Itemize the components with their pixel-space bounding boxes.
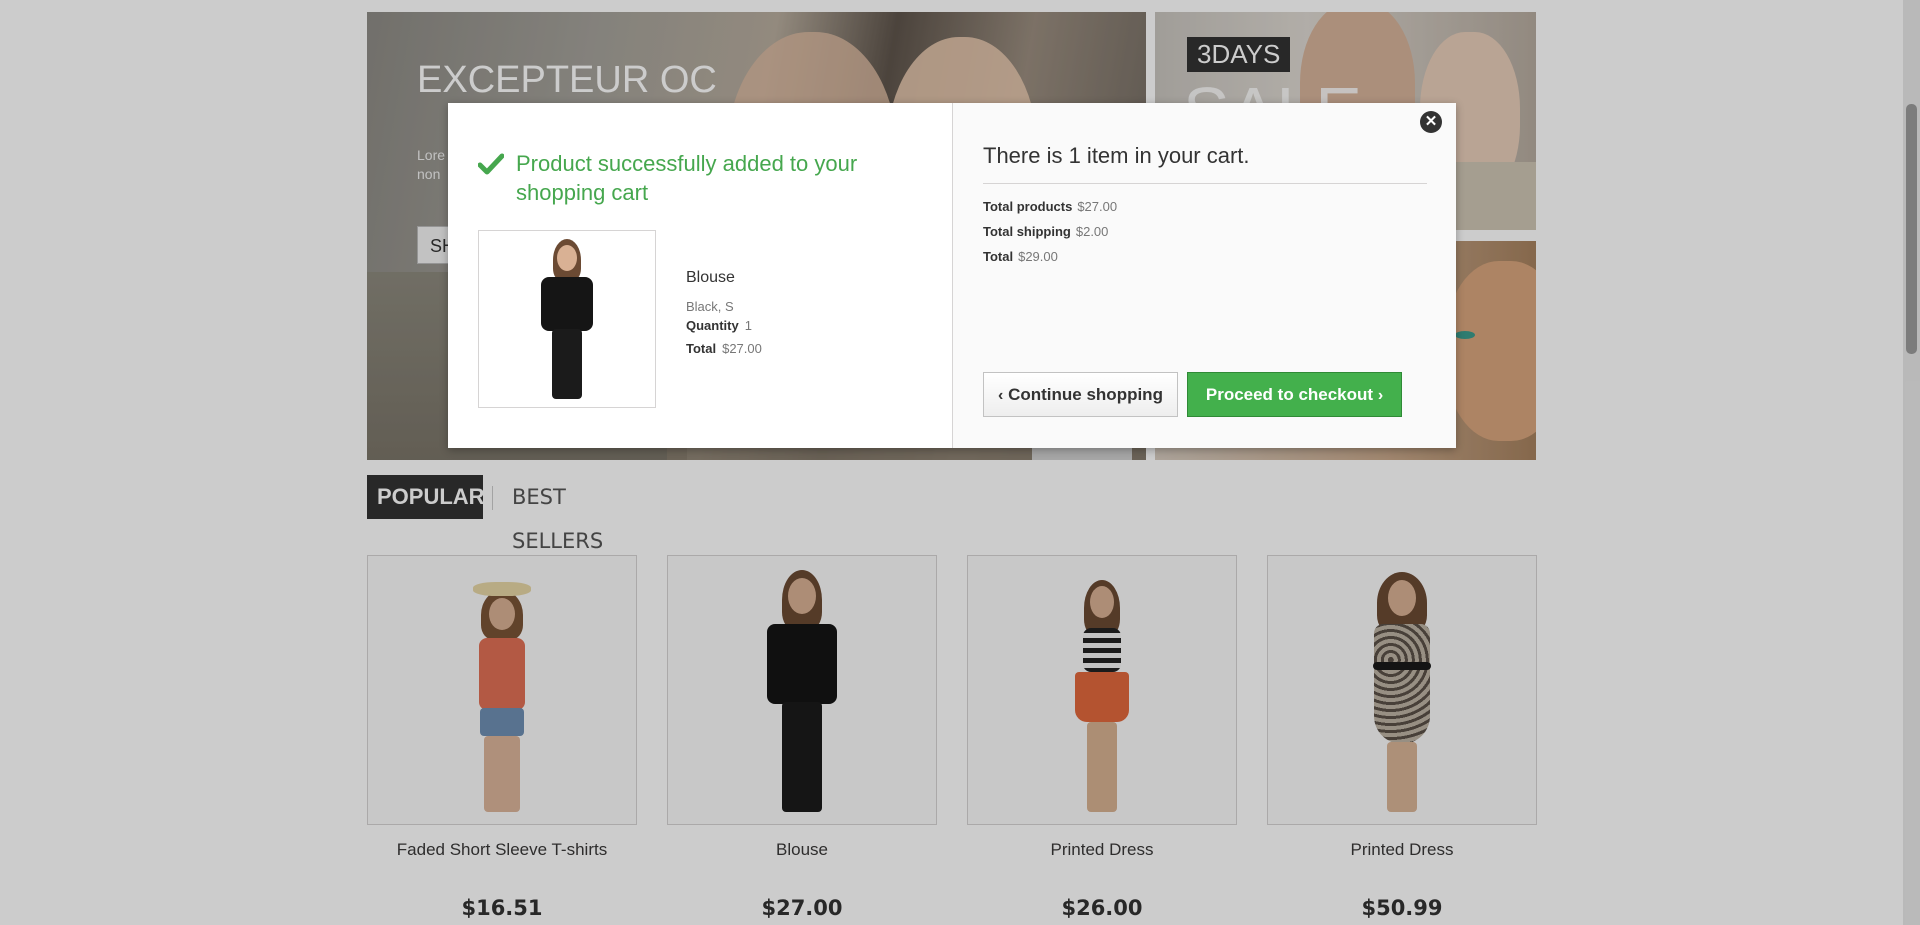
cart-summary-title: There is 1 item in your cart. — [983, 143, 1250, 168]
quantity-label: Quantity — [686, 318, 739, 333]
cart-total-value: $29.00 — [1018, 249, 1058, 264]
chevron-left-icon: ‹ — [998, 387, 1004, 404]
checkout-label: Proceed to checkout — [1205, 385, 1374, 404]
modal-product-info: Blouse Black, S Quantity 1 Total $27.00 — [686, 269, 926, 364]
chevron-right-icon: › — [1377, 387, 1384, 404]
modal-product-image — [478, 230, 656, 408]
total-value: $27.00 — [722, 341, 762, 356]
modal-product-total: Total $27.00 — [686, 341, 926, 356]
modal-product-name: Blouse — [686, 269, 735, 286]
continue-shopping-button[interactable]: ‹ Continue shopping — [983, 372, 1178, 417]
total-label: Total — [686, 341, 717, 356]
total-products-row: Total products $27.00 — [983, 199, 1117, 214]
model-figure — [532, 237, 602, 403]
cart-total-row: Total $29.00 — [983, 249, 1117, 264]
proceed-to-checkout-button[interactable]: Proceed to checkout › — [1187, 372, 1402, 417]
success-message: Product successfully added to your shopp… — [478, 149, 878, 207]
add-to-cart-modal: Product successfully added to your shopp… — [448, 103, 1456, 448]
modal-product-attributes: Black, S — [686, 299, 734, 314]
cart-totals: Total products $27.00 Total shipping $2.00… — [983, 199, 1117, 274]
quantity-value: 1 — [744, 318, 752, 333]
divider — [983, 183, 1427, 184]
continue-shopping-label: Continue shopping — [1008, 385, 1163, 404]
total-products-value: $27.00 — [1077, 199, 1118, 214]
success-text: Product successfully added to your shopp… — [516, 151, 858, 205]
total-shipping-value: $2.00 — [1075, 224, 1109, 239]
check-icon — [478, 153, 504, 175]
close-icon[interactable]: ✕ — [1420, 111, 1442, 133]
modal-cart-panel: There is 1 item in your cart. Total prod… — [952, 103, 1456, 448]
modal-product-quantity: Quantity 1 — [686, 318, 926, 333]
total-shipping-row: Total shipping $2.00 — [983, 224, 1117, 239]
modal-product-panel: Product successfully added to your shopp… — [448, 103, 952, 448]
cart-total-label: Total — [983, 249, 1014, 264]
total-shipping-label: Total shipping — [983, 224, 1071, 239]
total-products-label: Total products — [983, 199, 1073, 214]
